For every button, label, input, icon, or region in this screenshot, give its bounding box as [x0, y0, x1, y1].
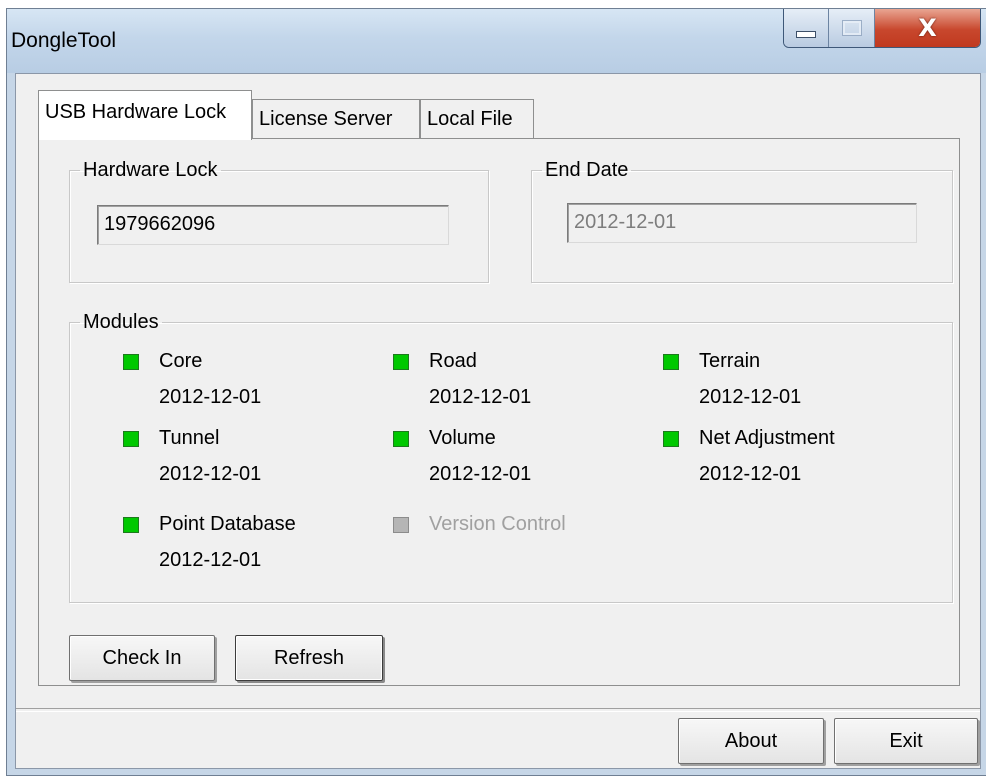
status-indicator-icon — [123, 354, 139, 370]
module-name: Core — [159, 350, 203, 372]
exit-button[interactable]: Exit — [834, 718, 978, 764]
tab-license-server[interactable]: License Server — [252, 99, 420, 139]
caption-buttons: X — [783, 9, 981, 48]
module-name: Net Adjustment — [699, 427, 835, 449]
check-in-button[interactable]: Check In — [69, 635, 215, 681]
status-indicator-icon — [123, 517, 139, 533]
minimize-button[interactable] — [784, 9, 829, 47]
status-indicator-icon — [393, 354, 409, 370]
status-indicator-icon — [393, 431, 409, 447]
module-name: Terrain — [699, 350, 761, 372]
module-date: 2012-12-01 — [159, 463, 262, 485]
tab-local-file[interactable]: Local File — [420, 99, 534, 139]
module-name: Road — [429, 350, 477, 372]
module-name: Tunnel — [159, 427, 220, 449]
status-indicator-icon — [663, 431, 679, 447]
about-button[interactable]: About — [678, 718, 824, 764]
usb-hardware-lock-panel: Hardware Lock 1979662096 End Date 2012-1… — [38, 138, 960, 686]
minimize-icon — [796, 30, 816, 38]
status-indicator-icon — [663, 354, 679, 370]
tab-label: USB Hardware Lock — [45, 101, 227, 123]
end-date-field: 2012-12-01 — [567, 203, 917, 243]
footer-divider — [16, 708, 980, 712]
module-date: 2012-12-01 — [699, 386, 802, 408]
client-area: USB Hardware Lock License Server Local F… — [15, 73, 981, 769]
title-bar[interactable]: DongleTool X — [7, 9, 986, 73]
status-indicator-icon — [123, 431, 139, 447]
module-date: 2012-12-01 — [159, 549, 262, 571]
module-name: Volume — [429, 427, 496, 449]
refresh-button[interactable]: Refresh — [235, 635, 383, 681]
close-button[interactable]: X — [875, 9, 980, 47]
maximize-button — [829, 9, 875, 47]
module-name: Version Control — [429, 513, 566, 535]
module-name: Point Database — [159, 513, 296, 535]
close-icon: X — [918, 14, 937, 42]
panel-body: Hardware Lock 1979662096 End Date 2012-1… — [39, 139, 959, 685]
module-date: 2012-12-01 — [159, 386, 262, 408]
tab-label: Local File — [427, 108, 513, 130]
tab-label: License Server — [259, 108, 393, 130]
tab-usb-hardware-lock[interactable]: USB Hardware Lock — [38, 90, 252, 140]
maximize-icon — [842, 21, 861, 35]
module-date: 2012-12-01 — [699, 463, 802, 485]
dongletool-window: DongleTool X USB Hardware Lock License S… — [6, 8, 986, 776]
module-date: 2012-12-01 — [429, 386, 532, 408]
window-title: DongleTool — [11, 29, 117, 52]
module-date: 2012-12-01 — [429, 463, 532, 485]
hardware-lock-legend: Hardware Lock — [83, 159, 218, 181]
modules-legend: Modules — [83, 311, 159, 333]
end-date-legend: End Date — [545, 159, 629, 181]
status-indicator-icon — [393, 517, 409, 533]
hardware-lock-field[interactable]: 1979662096 — [97, 205, 449, 245]
